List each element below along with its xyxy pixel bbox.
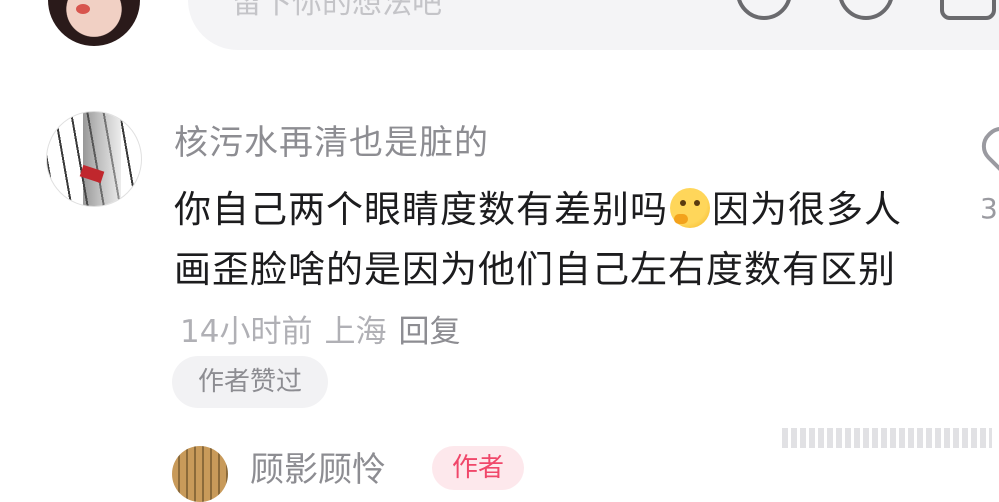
commenter-avatar[interactable] [46,111,142,207]
commenter-username[interactable]: 核污水再清也是脏的 [174,115,489,164]
current-user-avatar [48,0,140,46]
like-count: 3 [980,192,998,225]
reply-avatar[interactable] [172,446,228,502]
reply-button[interactable]: 回复 [398,314,460,350]
comment-time: 14小时前 [180,314,313,350]
reply-username[interactable]: 顾影顾怜 [250,442,386,491]
like-heart-icon[interactable] [974,119,999,175]
comment-text-part1: 你自己两个眼睛度数有差别吗 [174,188,668,231]
watermark [782,428,992,448]
comment-body[interactable]: 你自己两个眼睛度数有差别吗 因为很多人画歪脸啥的是因为他们自己左右度数有区别14小… [174,180,914,362]
comment-location: 上海 [324,314,387,350]
author-liked-badge: 作者赞过 [172,356,328,408]
image-icon[interactable] [940,0,996,20]
comment-input-placeholder: 留下你的想法吧 [232,0,442,21]
comment-meta: 14小时前 上海 回复 [180,314,460,350]
thinking-face-emoji-icon [670,188,710,228]
author-tag-badge: 作者 [432,446,524,490]
